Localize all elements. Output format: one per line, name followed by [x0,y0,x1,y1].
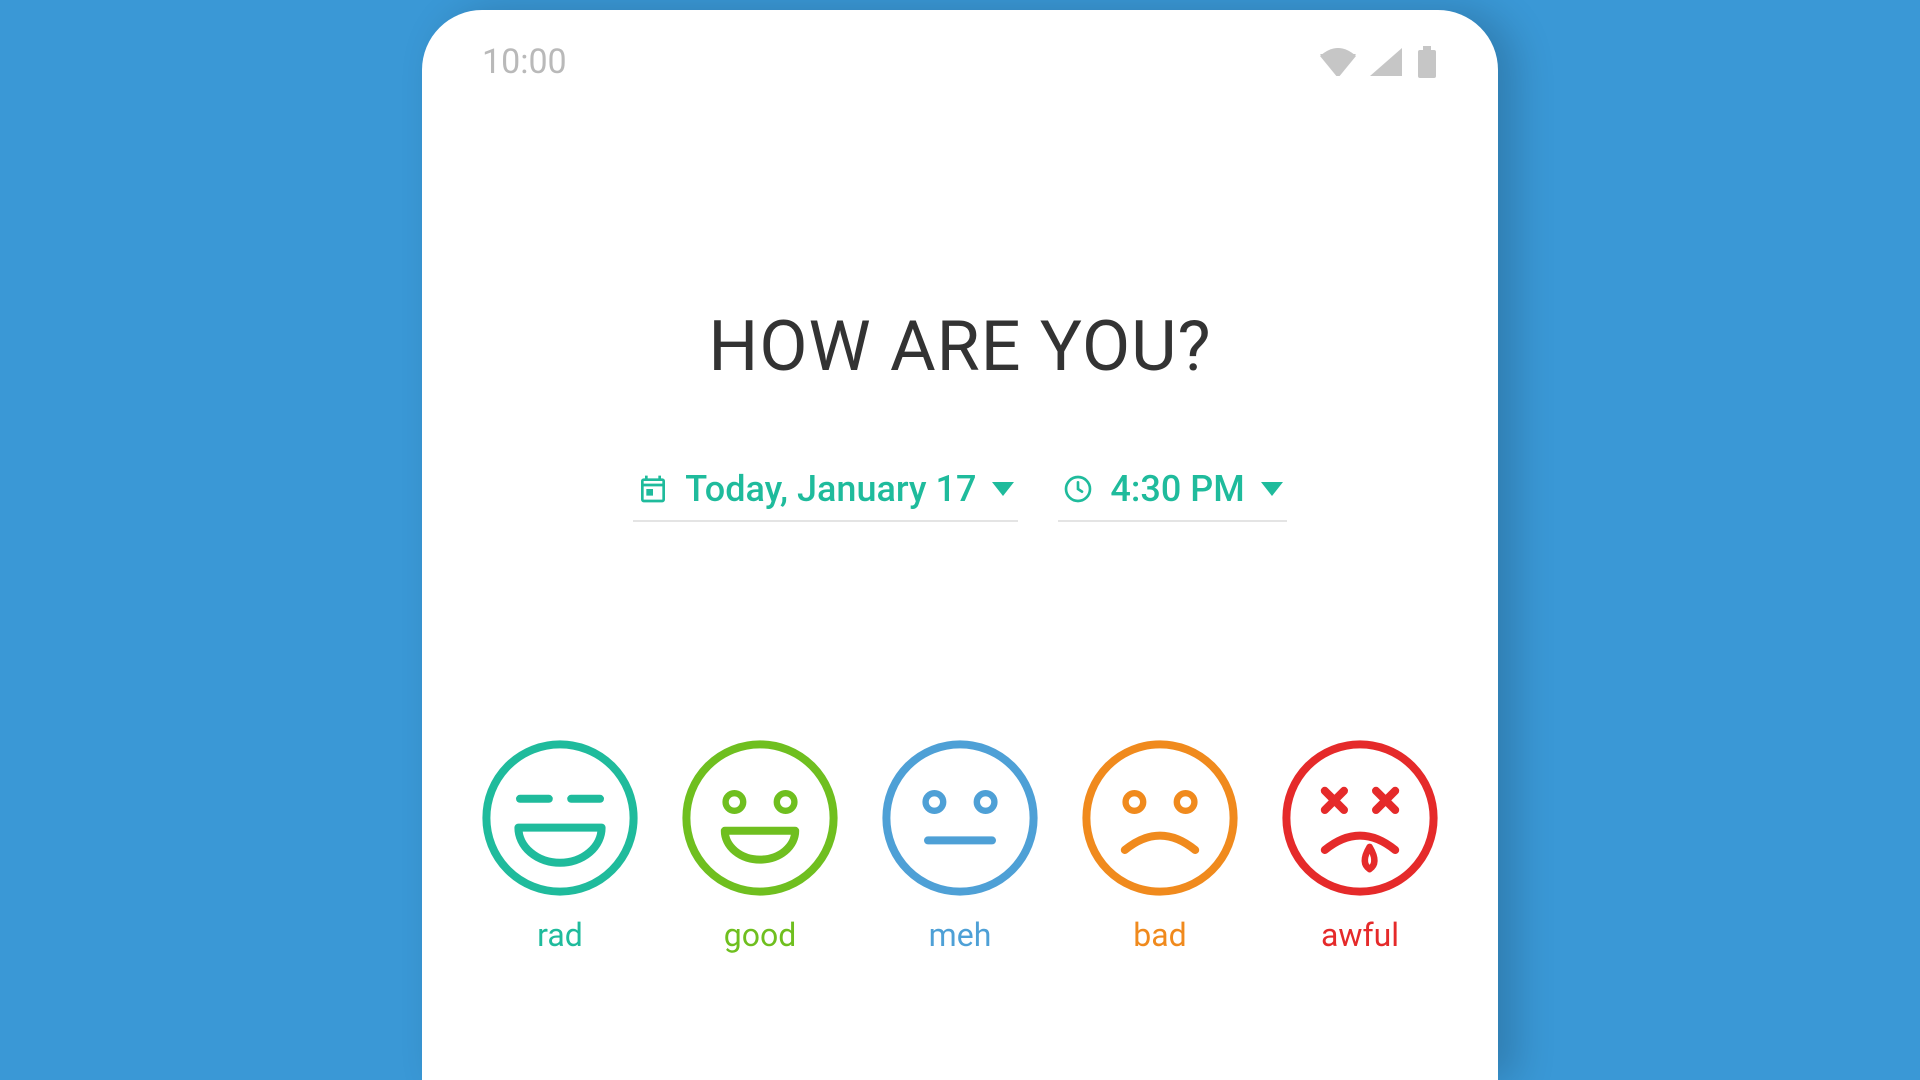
chevron-down-icon [992,482,1014,496]
chevron-down-icon [1261,482,1283,496]
mood-label: good [724,916,797,954]
mood-option-meh[interactable]: meh [880,738,1040,954]
time-picker[interactable]: 4:30 PM [1058,462,1286,522]
mood-option-good[interactable]: good [680,738,840,954]
clock-icon [1062,473,1094,505]
mood-label: meh [929,916,992,954]
datetime-pickers: Today, January 17 4:30 PM [470,462,1450,522]
mood-option-awful[interactable]: awful [1280,738,1440,954]
status-icons [1320,46,1438,78]
date-picker-label: Today, January 17 [685,468,976,510]
face-meh-icon [880,738,1040,898]
cellular-icon [1370,48,1402,76]
mood-label: rad [537,916,583,954]
headline: HOW ARE YOU? [470,306,1450,388]
time-picker-label: 4:30 PM [1110,468,1244,510]
mood-label: awful [1321,916,1399,954]
date-picker[interactable]: Today, January 17 [633,462,1018,522]
mood-label: bad [1133,916,1186,954]
calendar-icon [637,473,669,505]
phone-frame: 10:00 HOW ARE YOU? Today, January 17 [422,10,1498,1080]
face-good-icon [680,738,840,898]
wifi-icon [1320,48,1356,76]
battery-icon [1416,46,1438,78]
face-rad-icon [480,738,640,898]
face-bad-icon [1080,738,1240,898]
face-awful-icon [1280,738,1440,898]
status-time: 10:00 [482,42,567,82]
mood-option-rad[interactable]: rad [480,738,640,954]
status-bar: 10:00 [470,38,1450,82]
mood-selector: rad good meh [470,738,1450,954]
mood-option-bad[interactable]: bad [1080,738,1240,954]
